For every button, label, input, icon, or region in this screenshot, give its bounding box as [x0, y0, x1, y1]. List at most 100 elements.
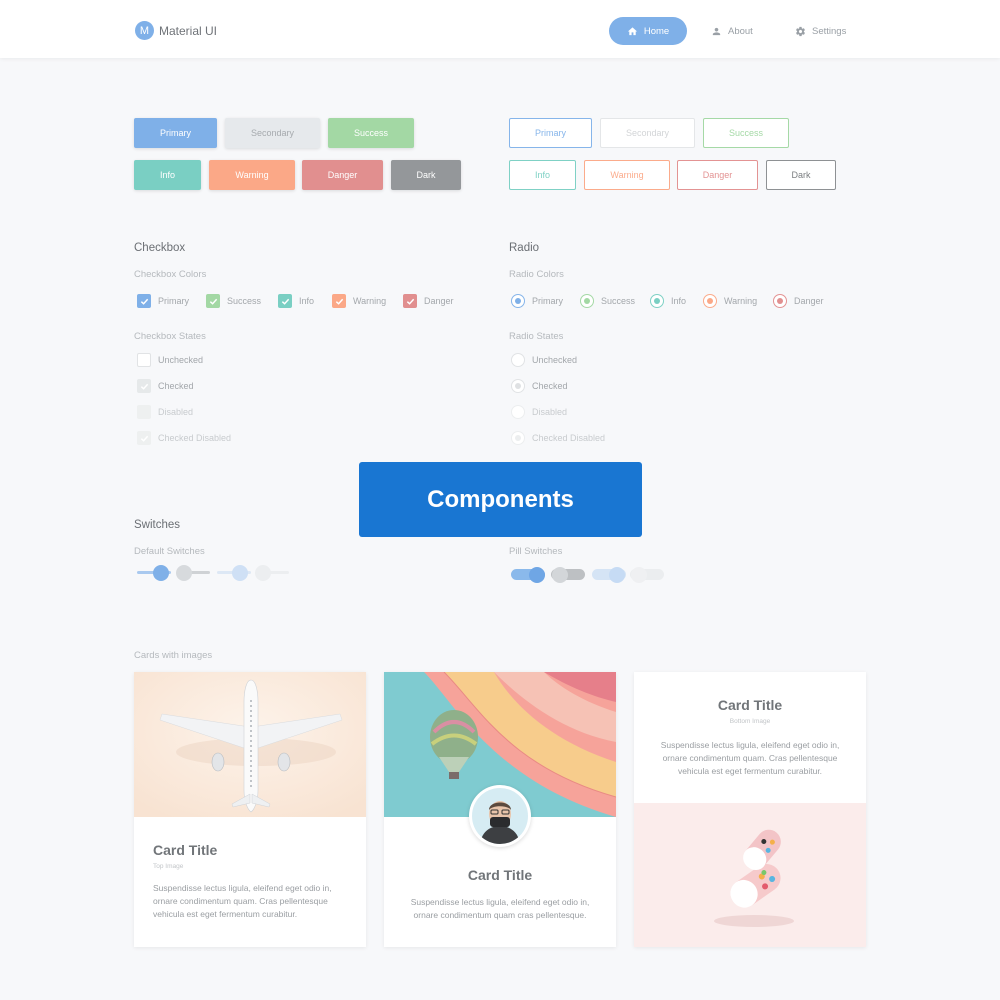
radio-warning[interactable]: Warning	[703, 294, 757, 308]
dark-outline-button[interactable]: Dark	[766, 160, 836, 190]
danger-button[interactable]: Danger	[302, 160, 383, 190]
radio-button[interactable]	[511, 379, 525, 393]
brand-logo: M	[135, 21, 154, 40]
capsules-image	[634, 803, 866, 947]
checkbox-label: Checked	[158, 381, 194, 391]
checkbox-label: Danger	[424, 296, 454, 306]
checkbox-box[interactable]	[137, 294, 151, 308]
cards-section-label: Cards with images	[134, 650, 213, 661]
radio-states-label: Radio States	[509, 331, 564, 342]
nav-settings[interactable]: Settings	[795, 17, 846, 45]
card-text: Suspendisse lectus ligula, eleifend eget…	[153, 883, 332, 919]
checkbox-states-label: Checkbox States	[134, 331, 206, 342]
checkbox-checked-disabled: Checked Disabled	[137, 431, 231, 445]
checkbox-box[interactable]	[137, 353, 151, 367]
default-switch-on[interactable]	[137, 564, 173, 582]
card-text: Suspendisse lectus ligula, eleifend eget…	[410, 897, 590, 920]
card-top-image: Card Title Top Image Suspendisse lectus …	[134, 672, 366, 947]
success-outline-button[interactable]: Success	[703, 118, 789, 148]
default-switch-disabled-off	[255, 564, 291, 582]
brand[interactable]: M Material UI	[135, 21, 217, 40]
checkbox-box[interactable]	[332, 294, 346, 308]
brand-name: Material UI	[159, 23, 218, 38]
checkbox-checked[interactable]: Checked	[137, 379, 194, 393]
card-image-capsules	[634, 803, 866, 947]
checkbox-disabled: Disabled	[137, 405, 193, 419]
radio-disabled: Disabled	[511, 405, 567, 419]
pill-switches-label: Pill Switches	[509, 546, 563, 557]
card-subtitle: Top Image	[153, 863, 184, 870]
nav-home[interactable]: Home	[609, 17, 687, 45]
card-text: Suspendisse lectus ligula, eleifend eget…	[660, 740, 840, 776]
checkbox-label: Primary	[158, 296, 189, 306]
radio-info[interactable]: Info	[650, 294, 686, 308]
radio-button[interactable]	[650, 294, 664, 308]
check-icon	[406, 298, 414, 305]
radio-button[interactable]	[773, 294, 787, 308]
radio-unchecked[interactable]: Unchecked	[511, 353, 577, 367]
checkbox-label: Unchecked	[158, 355, 204, 365]
nav-about[interactable]: About	[711, 17, 753, 45]
danger-outline-button[interactable]: Danger	[677, 160, 758, 190]
checkbox-label: Info	[299, 296, 315, 306]
radio-checked-disabled: Checked Disabled	[511, 431, 605, 445]
checkbox-warning[interactable]: Warning	[332, 294, 386, 308]
card-subtitle: Bottom Image	[729, 718, 771, 725]
nav-about-label: About	[728, 25, 753, 37]
primary-button[interactable]: Primary	[134, 118, 217, 148]
radio-label: Disabled	[532, 407, 568, 417]
radio-danger[interactable]: Danger	[773, 294, 824, 308]
default-switch-off[interactable]	[176, 564, 212, 582]
checkbox-success[interactable]: Success	[206, 294, 261, 308]
primary-outline-button[interactable]: Primary	[509, 118, 592, 148]
radio-label: Unchecked	[532, 355, 578, 365]
warning-button[interactable]: Warning	[209, 160, 295, 190]
warning-outline-button[interactable]: Warning	[584, 160, 670, 190]
radio-label: Success	[601, 296, 636, 306]
checkbox-colors-label: Checkbox Colors	[134, 269, 207, 280]
home-icon	[627, 26, 637, 35]
checkbox-label: Success	[227, 296, 262, 306]
checkbox-label: Checked Disabled	[158, 433, 232, 443]
radio-button[interactable]	[511, 294, 525, 308]
checkbox-box[interactable]	[403, 294, 417, 308]
dark-button[interactable]: Dark	[391, 160, 461, 190]
check-icon	[140, 298, 148, 305]
radio-checked[interactable]: Checked	[511, 379, 568, 393]
checkbox-unchecked[interactable]: Unchecked	[137, 353, 203, 367]
info-outline-button[interactable]: Info	[509, 160, 576, 190]
nav-settings-label: Settings	[812, 25, 847, 37]
checkbox-box[interactable]	[137, 379, 151, 393]
radio-button[interactable]	[580, 294, 594, 308]
default-switches-label: Default Switches	[134, 546, 205, 557]
radio-success[interactable]: Success	[580, 294, 635, 308]
pill-switch-on[interactable]	[511, 566, 547, 584]
secondary-button[interactable]: Secondary	[225, 118, 320, 148]
radio-label: Checked	[532, 381, 568, 391]
checkbox-label: Disabled	[158, 407, 194, 417]
checkbox-info[interactable]: Info	[278, 294, 314, 308]
pill-switch-disabled-off	[630, 566, 666, 584]
pill-switch-off[interactable]	[551, 566, 587, 584]
checkbox-box[interactable]	[206, 294, 220, 308]
radio-colors-label: Radio Colors	[509, 269, 564, 280]
checkbox-danger[interactable]: Danger	[403, 294, 454, 308]
success-button[interactable]: Success	[328, 118, 414, 148]
avatar-image	[472, 788, 528, 844]
checkbox-box[interactable]	[278, 294, 292, 308]
radio-label: Danger	[794, 296, 824, 306]
radio-label: Checked Disabled	[532, 433, 606, 443]
check-icon	[281, 298, 289, 305]
radio-label: Primary	[532, 296, 563, 306]
radio-button[interactable]	[511, 353, 525, 367]
components-banner: Components	[359, 462, 642, 537]
airplane-image	[134, 672, 366, 817]
info-button[interactable]: Info	[134, 160, 201, 190]
checkbox-box	[137, 405, 151, 419]
radio-primary[interactable]: Primary	[511, 294, 563, 308]
radio-button[interactable]	[703, 294, 717, 308]
secondary-outline-button[interactable]: Secondary	[600, 118, 695, 148]
default-switch-disabled-on	[217, 564, 253, 582]
checkbox-title: Checkbox	[134, 242, 186, 254]
checkbox-primary[interactable]: Primary	[137, 294, 189, 308]
